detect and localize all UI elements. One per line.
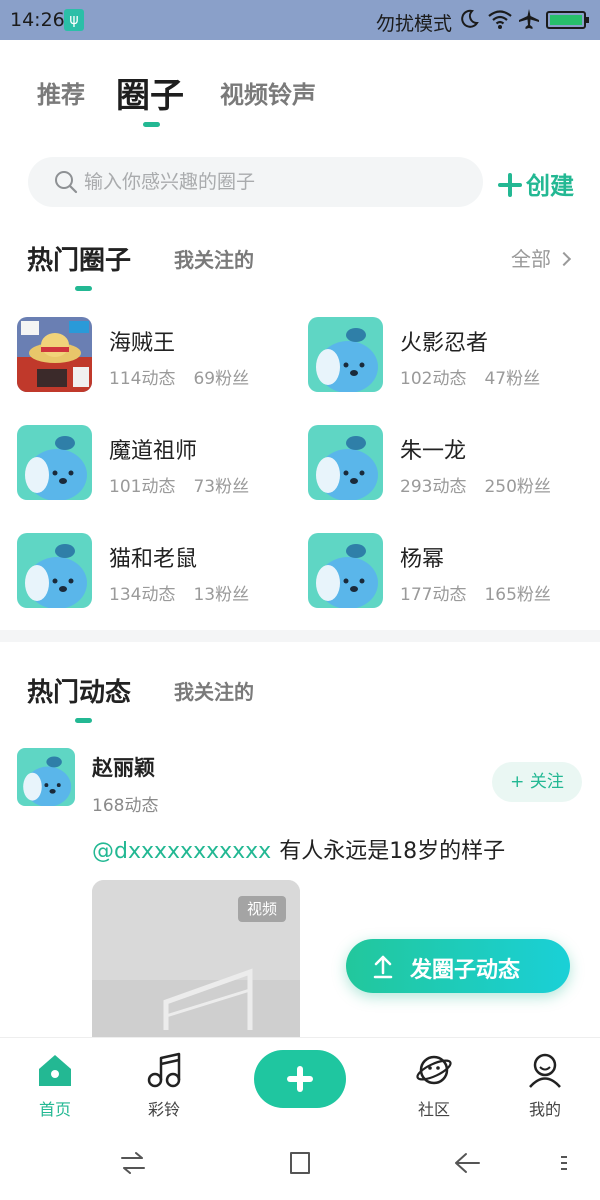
section-indicator (75, 286, 92, 291)
circle-name: 猫和老鼠 (109, 547, 198, 572)
tab-recommend[interactable]: 推荐 (37, 75, 85, 110)
switch-apps-icon[interactable] (118, 1148, 148, 1178)
tab-video-ringtone[interactable]: 视频铃声 (220, 75, 316, 110)
circle-post-count: 293动态 (400, 477, 467, 497)
top-tabs: 推荐 圈子 视频铃声 (0, 40, 600, 140)
dog-mascot-icon (308, 425, 383, 500)
circle-name: 杨幂 (400, 547, 445, 572)
create-button[interactable]: 创建 (498, 166, 574, 201)
circle-stats: 293动态 250粉丝 (400, 472, 551, 497)
dog-mascot-icon (308, 533, 383, 608)
circle-stats: 177动态 165粉丝 (400, 580, 551, 605)
circle-fan-count: 250粉丝 (484, 477, 551, 497)
home-icon (39, 1055, 71, 1086)
circle-fan-count: 47粉丝 (484, 369, 541, 389)
chevron-right-icon (556, 251, 572, 267)
circle-post-count: 102动态 (400, 369, 467, 389)
circle-post-count: 134动态 (109, 585, 176, 605)
dog-mascot-icon (17, 425, 92, 500)
search-input[interactable] (84, 157, 464, 207)
search-bar[interactable] (28, 157, 483, 207)
music-note-icon (147, 1052, 181, 1088)
dnd-mode-label: 勿扰模式 (376, 13, 453, 35)
tab-circles[interactable]: 圈子 (116, 68, 184, 117)
circle-post-count: 114动态 (109, 369, 176, 389)
search-icon (55, 171, 78, 194)
status-bar: 14:26 ψ 勿扰模式 (0, 0, 600, 40)
all-circles-link[interactable]: 全部 (511, 243, 572, 272)
user-icon (529, 1053, 561, 1088)
followed-circles-tab[interactable]: 我关注的 (174, 244, 254, 273)
post-video-thumbnail[interactable]: 视频 (92, 880, 300, 1050)
circle-item[interactable]: 魔道祖师 101动态 73粉丝 (17, 425, 297, 505)
circle-fan-count: 69粉丝 (193, 369, 250, 389)
circle-fan-count: 165粉丝 (484, 585, 551, 605)
circle-avatar-image (17, 317, 92, 392)
battery-icon (546, 11, 589, 29)
create-label: 创建 (526, 172, 574, 200)
circle-item[interactable]: 海贼王 114动态 69粉丝 (17, 317, 297, 397)
circle-stats: 102动态 47粉丝 (400, 364, 540, 389)
airplane-icon (519, 9, 539, 29)
circle-stats: 101动态 73粉丝 (109, 472, 249, 497)
user-avatar[interactable] (17, 748, 75, 806)
circle-name: 朱一龙 (400, 439, 467, 464)
hot-posts-title[interactable]: 热门动态 (27, 672, 131, 709)
dog-mascot-icon (17, 533, 92, 608)
more-menu-icon[interactable] (558, 1148, 574, 1178)
circle-name: 火影忍者 (400, 331, 489, 356)
circle-post-count: 101动态 (109, 477, 176, 497)
circle-item[interactable]: 杨幂 177动态 165粉丝 (308, 533, 588, 613)
post-body: 有人永远是18岁的样子 (279, 839, 506, 864)
home-square-icon[interactable] (285, 1148, 315, 1178)
follow-button[interactable]: + 关注 (492, 762, 582, 802)
post-to-circle-label: 发圈子动态 (410, 958, 521, 983)
followed-posts-tab[interactable]: 我关注的 (174, 676, 254, 705)
post-to-circle-button[interactable]: 发圈子动态 (346, 939, 570, 993)
circle-fan-count: 73粉丝 (193, 477, 250, 497)
section-divider (0, 630, 600, 642)
nav-ringtone-label: 彩铃 (147, 1100, 180, 1119)
circle-name: 海贼王 (109, 331, 176, 356)
wifi-icon (488, 10, 512, 29)
circle-item[interactable]: 火影忍者 102动态 47粉丝 (308, 317, 588, 397)
nav-profile[interactable]: 我的 (500, 1038, 590, 1129)
nav-ringtone[interactable]: 彩铃 (119, 1038, 209, 1129)
upload-icon (373, 955, 393, 979)
moon-icon (461, 9, 479, 28)
nav-home-label: 首页 (38, 1100, 71, 1119)
dog-mascot-icon (308, 317, 383, 392)
circle-name: 魔道祖师 (109, 439, 198, 464)
add-button[interactable] (254, 1050, 346, 1108)
circle-item[interactable]: 朱一龙 293动态 250粉丝 (308, 425, 588, 505)
mention-link[interactable]: @dxxxxxxxxxxx (92, 839, 271, 864)
planet-icon (416, 1055, 452, 1085)
hot-circles-title[interactable]: 热门圈子 (27, 240, 131, 277)
bottom-nav: 首页 彩铃 社区 我的 (0, 1037, 600, 1128)
circle-post-count: 177动态 (400, 585, 467, 605)
post-text: @dxxxxxxxxxxx 有人永远是18岁的样子 (92, 833, 505, 865)
video-badge: 视频 (238, 896, 286, 922)
tab-indicator (143, 122, 160, 127)
status-time: 14:26 (10, 9, 65, 31)
usb-icon: ψ (64, 9, 84, 31)
plus-icon (498, 173, 522, 197)
nav-community-label: 社区 (417, 1100, 450, 1119)
post-user-count: 168动态 (92, 796, 159, 816)
circle-item[interactable]: 猫和老鼠 134动态 13粉丝 (17, 533, 297, 613)
circle-stats: 114动态 69粉丝 (109, 364, 249, 389)
post-username[interactable]: 赵丽颖 (92, 752, 155, 782)
circle-fan-count: 13粉丝 (193, 585, 250, 605)
all-label: 全部 (511, 247, 551, 271)
nav-community[interactable]: 社区 (389, 1038, 479, 1129)
section-indicator (75, 718, 92, 723)
system-nav-bar (0, 1128, 600, 1200)
nav-home[interactable]: 首页 (10, 1038, 100, 1129)
nav-profile-label: 我的 (528, 1100, 561, 1119)
back-arrow-icon[interactable] (452, 1148, 482, 1178)
circle-stats: 134动态 13粉丝 (109, 580, 249, 605)
